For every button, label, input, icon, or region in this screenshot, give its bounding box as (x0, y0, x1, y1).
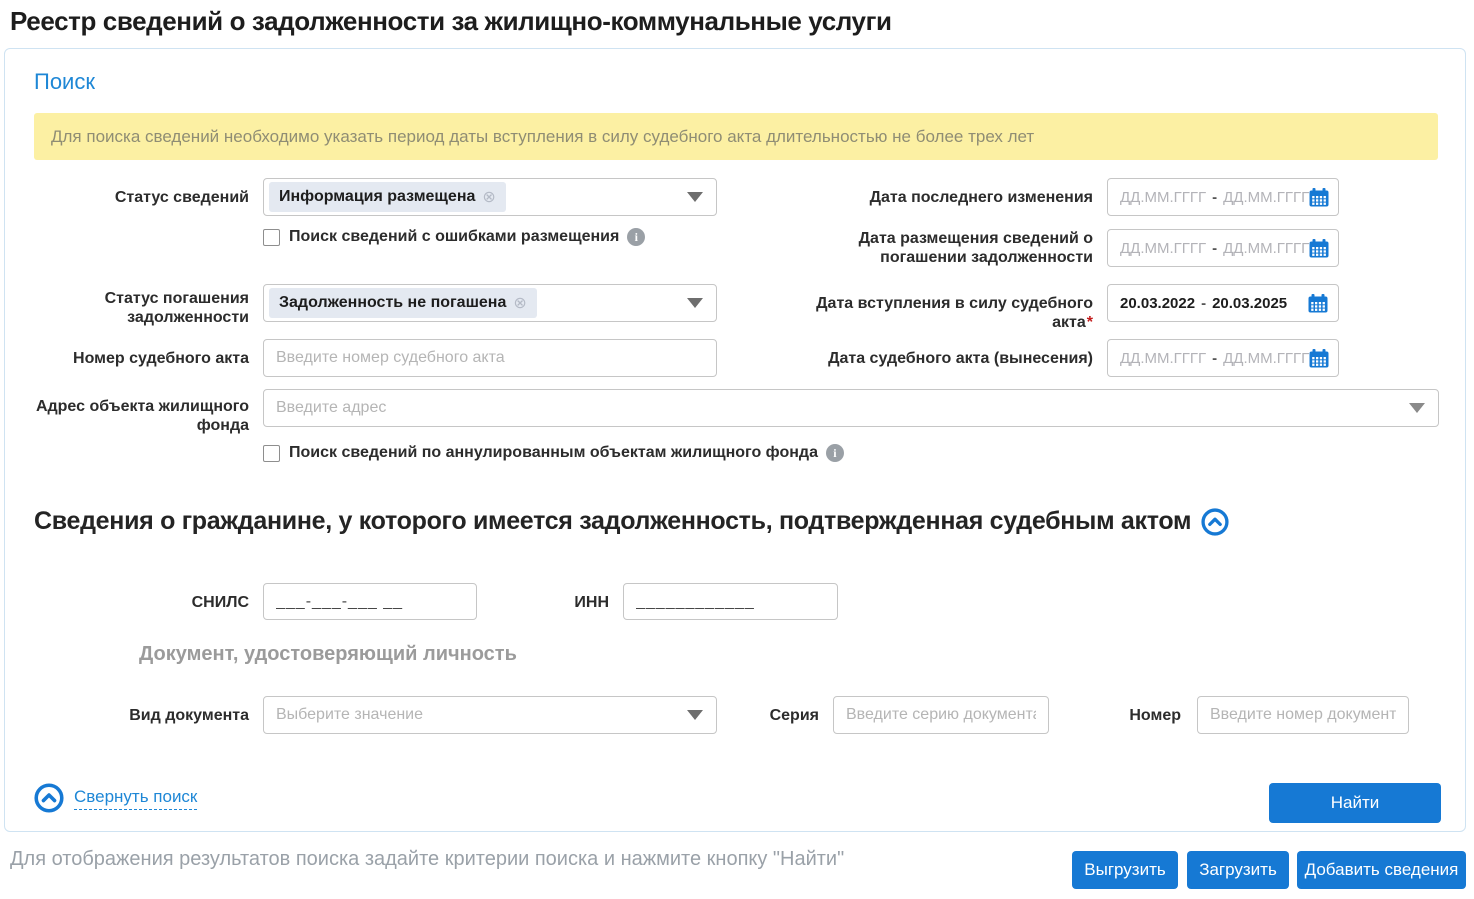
status-tag: Информация размещена ⊗ (269, 182, 506, 212)
status-label: Статус сведений (19, 188, 249, 207)
doc-type-select[interactable]: Выберите значение (263, 696, 717, 734)
errors-checkbox[interactable] (263, 229, 280, 246)
repayment-status-tag: Задолженность не погашена ⊗ (269, 288, 537, 318)
page-title: Реестр сведений о задолженности за жилищ… (10, 6, 892, 37)
info-icon[interactable]: i (826, 444, 844, 462)
act-issued-date-range[interactable]: ДД.ММ.ГГГГ - ДД.ММ.ГГГГ (1107, 339, 1339, 377)
errors-checkbox-label: Поиск сведений с ошибками размещения (289, 228, 619, 246)
calendar-icon[interactable] (1308, 294, 1328, 313)
doc-number-label: Номер (1081, 706, 1181, 725)
date-separator: - (1212, 189, 1217, 206)
date-separator: - (1212, 350, 1217, 367)
inn-input[interactable] (623, 583, 838, 620)
collapse-search-link[interactable]: Свернуть поиск (74, 787, 197, 810)
chevron-down-icon[interactable] (687, 298, 703, 308)
repayment-status-tag-label: Задолженность не погашена (279, 294, 506, 312)
section-collapse-chevron-up-icon[interactable] (1201, 508, 1229, 536)
date-from-value: 20.03.2022 (1120, 295, 1195, 312)
chevron-down-icon[interactable] (1409, 403, 1425, 413)
annulled-checkbox[interactable] (263, 445, 280, 462)
find-button[interactable]: Найти (1269, 783, 1441, 823)
date-to-placeholder: ДД.ММ.ГГГГ (1223, 350, 1309, 367)
status-select[interactable]: Информация размещена ⊗ (263, 178, 717, 216)
doc-type-placeholder: Выберите значение (276, 706, 423, 724)
export-button[interactable]: Выгрузить (1072, 851, 1178, 889)
chevron-down-icon[interactable] (687, 710, 703, 720)
calendar-icon[interactable] (1309, 239, 1329, 258)
date-separator: - (1201, 295, 1206, 312)
date-to-placeholder: ДД.ММ.ГГГГ (1223, 240, 1309, 257)
doc-number-input[interactable] (1197, 696, 1409, 734)
repayment-status-select[interactable]: Задолженность не погашена ⊗ (263, 284, 717, 322)
date-from-placeholder: ДД.ММ.ГГГГ (1120, 350, 1206, 367)
date-to-value: 20.03.2025 (1212, 295, 1287, 312)
date-from-placeholder: ДД.ММ.ГГГГ (1120, 189, 1206, 206)
annulled-checkbox-row: Поиск сведений по аннулированным объекта… (263, 444, 844, 462)
snils-label: СНИЛС (19, 593, 249, 612)
results-hint: Для отображения результатов поиска задай… (10, 848, 844, 871)
tag-remove-icon[interactable]: ⊗ (482, 187, 495, 207)
date-from-placeholder: ДД.ММ.ГГГГ (1120, 240, 1206, 257)
address-label: Адрес объекта жилищного фонда (19, 397, 249, 435)
last-change-date-label: Дата последнего изменения (783, 188, 1093, 207)
citizen-heading-text: Сведения о гражданине, у которого имеетс… (34, 507, 1191, 536)
address-select[interactable] (263, 389, 1439, 427)
tag-remove-icon[interactable]: ⊗ (513, 293, 526, 313)
act-number-input[interactable] (263, 339, 717, 377)
doc-series-input[interactable] (833, 696, 1049, 734)
repayment-posted-date-label: Дата размещения сведений о погашении зад… (783, 229, 1093, 267)
chevron-up-circle-icon[interactable] (34, 783, 64, 813)
identity-document-heading: Документ, удостоверяющий личность (139, 643, 517, 666)
import-button[interactable]: Загрузить (1187, 851, 1289, 889)
act-number-label: Номер судебного акта (19, 349, 249, 368)
last-change-date-range[interactable]: ДД.ММ.ГГГГ - ДД.ММ.ГГГГ (1107, 178, 1339, 216)
calendar-icon[interactable] (1309, 349, 1329, 368)
inn-label: ИНН (509, 593, 609, 612)
act-effective-date-range[interactable]: 20.03.2022 - 20.03.2025 (1107, 284, 1339, 322)
warning-banner: Для поиска сведений необходимо указать п… (34, 113, 1438, 160)
act-issued-date-label: Дата судебного акта (вынесения) (783, 349, 1093, 368)
doc-type-label: Вид документа (19, 706, 249, 725)
chevron-down-icon[interactable] (687, 192, 703, 202)
info-icon[interactable]: i (627, 228, 645, 246)
collapse-search[interactable]: Свернуть поиск (34, 783, 197, 813)
search-heading: Поиск (34, 69, 95, 95)
add-data-button[interactable]: Добавить сведения (1297, 851, 1466, 889)
date-separator: - (1212, 240, 1217, 257)
status-tag-label: Информация размещена (279, 188, 475, 206)
repayment-posted-date-range[interactable]: ДД.ММ.ГГГГ - ДД.ММ.ГГГГ (1107, 229, 1339, 267)
repayment-status-label: Статус погашения задолженности (19, 289, 249, 327)
page: Реестр сведений о задолженности за жилищ… (0, 0, 1474, 899)
address-input[interactable] (264, 391, 1438, 425)
errors-checkbox-row: Поиск сведений с ошибками размещения i (263, 228, 645, 246)
search-panel: Поиск Для поиска сведений необходимо ука… (4, 48, 1466, 832)
snils-input[interactable] (263, 583, 477, 620)
date-to-placeholder: ДД.ММ.ГГГГ (1223, 189, 1309, 206)
required-asterisk: * (1087, 314, 1093, 331)
act-effective-date-label: Дата вступления в силу судебного акта* (783, 294, 1093, 332)
act-effective-date-label-text: Дата вступления в силу судебного акта (816, 295, 1093, 331)
citizen-section-heading: Сведения о гражданине, у которого имеетс… (34, 507, 1229, 536)
annulled-checkbox-label: Поиск сведений по аннулированным объекта… (289, 444, 818, 462)
doc-series-label: Серия (719, 706, 819, 725)
calendar-icon[interactable] (1309, 188, 1329, 207)
